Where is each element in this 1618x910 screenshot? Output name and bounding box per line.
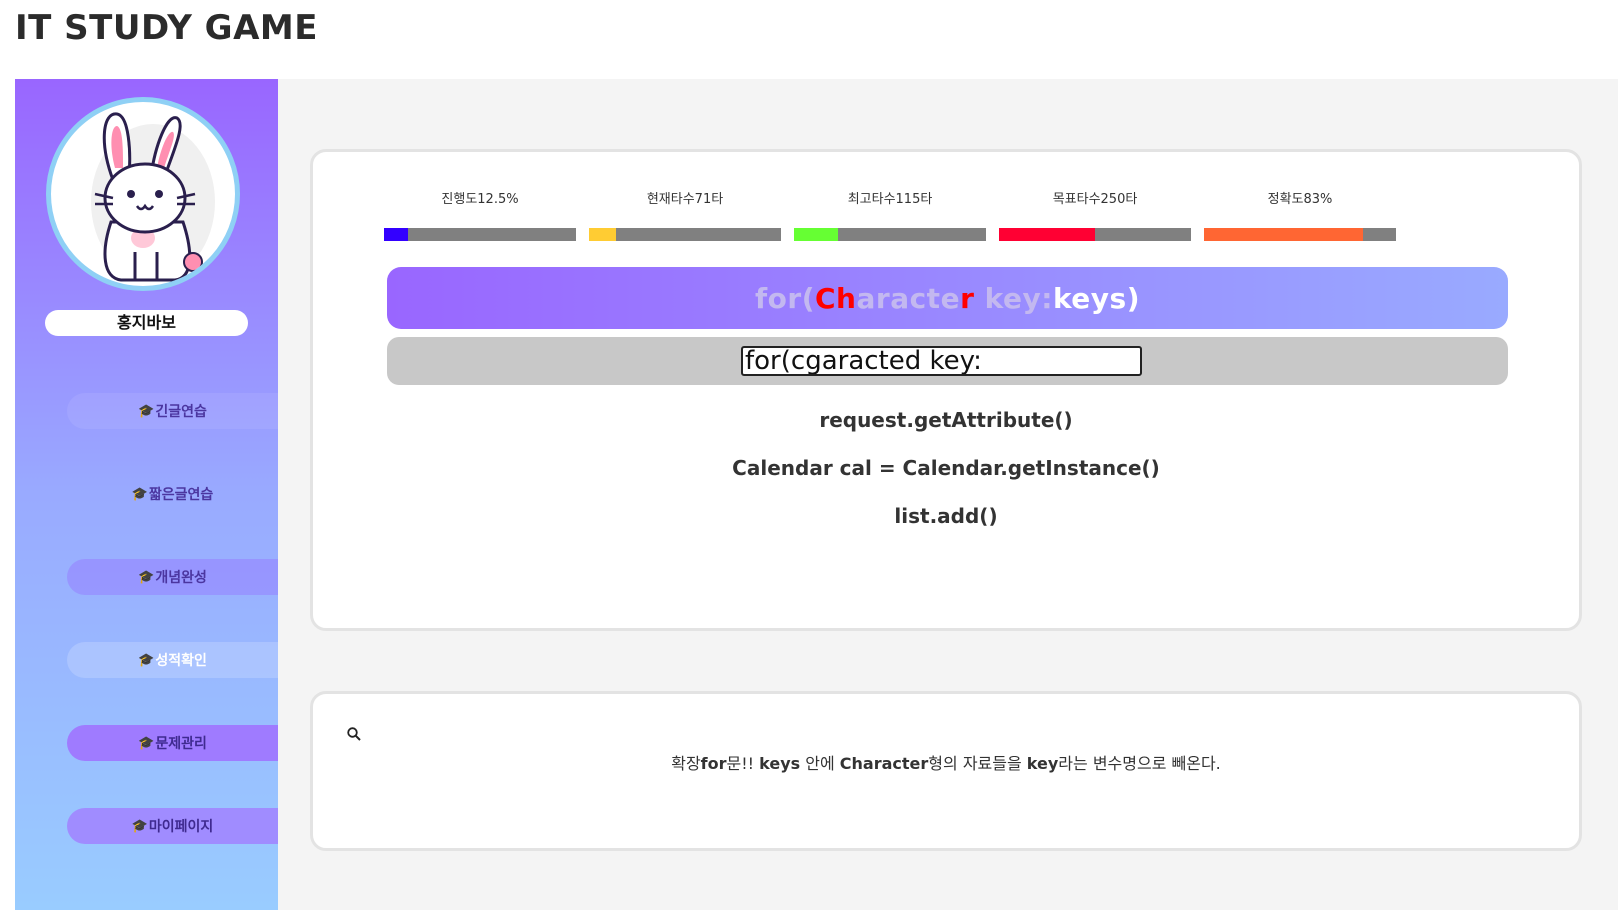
wrong-segment: Ch [815,281,857,315]
search-icon[interactable] [346,726,362,742]
graduation-cap-icon: 🎓 [131,486,148,502]
upcoming-lines: request.getAttribute() Calendar cal = Ca… [313,407,1579,551]
stat-progress: 진행도12.5% [384,190,576,241]
accuracy-fill [1204,228,1364,241]
current-speed-fill [589,228,617,241]
typed-segment: for( [754,281,815,315]
sidebar-item-concept-completion[interactable]: 🎓 개념완성 [67,559,278,595]
typing-input[interactable] [741,346,1142,376]
sidebar-item-my-page[interactable]: 🎓 마이페이지 [67,808,278,844]
typing-game-card: 진행도12.5% 현재타수71타 최고타수115타 목표타수250타 정확도83… [310,149,1582,631]
best-speed-fill [794,228,839,241]
best-speed-bar [794,228,986,241]
sidebar-item-label: 마이페이지 [148,819,214,835]
hint-part: 확장 [671,754,701,773]
progress-bar [384,228,576,241]
stat-label: 진행도12.5% [441,192,519,207]
stat-target-speed: 목표타수250타 [999,190,1191,241]
main-area: 진행도12.5% 현재타수71타 최고타수115타 목표타수250타 정확도83… [278,79,1618,910]
app-title: IT STUDY GAME [15,8,318,48]
graduation-cap-icon: 🎓 [131,818,148,834]
sidebar-item-label: 문제관리 [155,736,207,752]
target-speed-bar [999,228,1191,241]
sidebar-item-label: 성적확인 [155,653,207,669]
username: 홍지바보 [45,310,248,336]
graduation-cap-icon: 🎓 [138,403,155,419]
sidebar-item-label: 긴글연습 [155,404,207,420]
hint-keyword: keys [759,754,801,773]
target-speed-fill [999,228,1095,241]
stat-best-speed: 최고타수115타 [794,190,986,241]
upcoming-line: list.add() [894,504,998,528]
avatar [46,97,240,291]
input-bar [387,337,1508,385]
hint-part: 형의 자료들을 [928,754,1027,773]
stat-label: 현재타수71타 [646,192,724,207]
graduation-cap-icon: 🎓 [138,735,155,751]
sidebar-item-grade-check[interactable]: 🎓 성적확인 [67,642,278,678]
hint-part: 라는 변수명으로 빼온다. [1058,754,1221,773]
typed-segment: aracte [856,281,961,315]
sidebar-item-long-text-practice[interactable]: 🎓 긴글연습 [67,393,278,429]
stat-label: 정확도83% [1267,192,1333,207]
sidebar-menu: 🎓 긴글연습 🎓 짧은글연습 🎓 개념완성 🎓 성적확인 🎓 문제관리 🎓 마이… [67,393,278,891]
graduation-cap-icon: 🎓 [138,652,155,668]
sidebar-item-short-text-practice[interactable]: 🎓 짧은글연습 [67,476,278,512]
hint-keyword: key [1026,754,1059,773]
progress-fill [384,228,408,241]
stat-label: 최고타수115타 [847,192,933,207]
stat-accuracy: 정확도83% [1204,190,1396,241]
stat-current-speed: 현재타수71타 [589,190,781,241]
sidebar: 홍지바보 🎓 긴글연습 🎓 짧은글연습 🎓 개념완성 🎓 성적확인 🎓 문제관리… [15,79,278,910]
upcoming-line: request.getAttribute() [819,408,1073,432]
accuracy-bar [1204,228,1396,241]
hint-keyword: for [700,754,727,773]
rabbit-avatar-icon [91,112,215,282]
hint-card: 확장for문!! keys 안에 Character형의 자료들을 key라는 … [310,691,1582,851]
typed-segment: key: [974,281,1053,315]
remaining-segment: keys) [1052,281,1141,315]
stat-label: 목표타수250타 [1052,192,1138,207]
sidebar-item-label: 개념완성 [155,570,207,586]
current-speed-bar [589,228,781,241]
target-sentence: for(Ch aracte r key: keys) [387,267,1508,329]
hint-part: 안에 [800,754,840,773]
wrong-segment: r [960,281,975,315]
upcoming-line: Calendar cal = Calendar.getInstance() [732,456,1160,480]
hint-text: 확장for문!! keys 안에 Character형의 자료들을 key라는 … [313,750,1579,774]
hint-part: 문!! [726,754,760,773]
graduation-cap-icon: 🎓 [138,569,155,585]
hint-keyword: Character [839,754,929,773]
sidebar-item-problem-management[interactable]: 🎓 문제관리 [67,725,278,761]
sidebar-item-label: 짧은글연습 [148,487,214,503]
